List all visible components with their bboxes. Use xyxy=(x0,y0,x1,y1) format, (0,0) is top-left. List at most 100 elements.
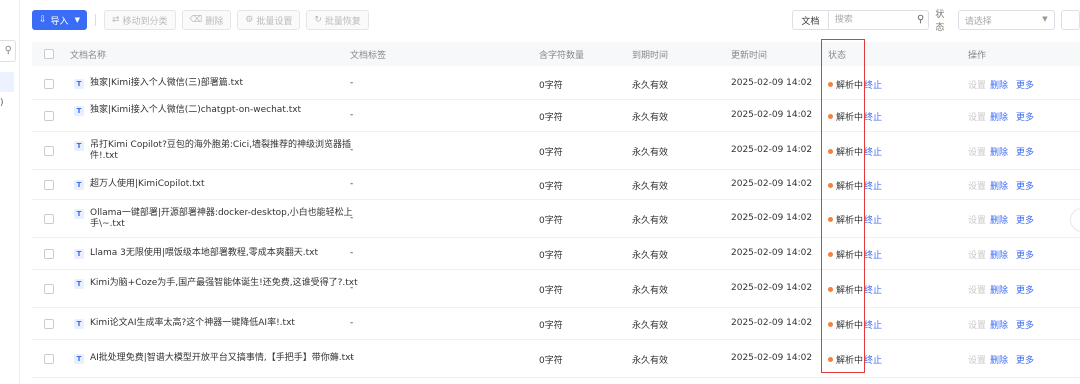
table-row[interactable]: T Ollama一键部署|开源部署神器:docker-desktop,小白也能轻松… xyxy=(32,200,1080,238)
stop-link[interactable]: 终止 xyxy=(864,110,882,123)
table-row[interactable]: T Kimi为脑+Coze为手,国产最强智能体诞生!还免费,这谁受得了?.txt -… xyxy=(32,270,1080,308)
delete-link[interactable]: 删除 xyxy=(990,213,1008,226)
settings-link[interactable]: 设置 xyxy=(968,110,986,123)
stop-link[interactable]: 终止 xyxy=(864,213,882,226)
status-column-highlight xyxy=(821,39,865,373)
row-checkbox[interactable] xyxy=(44,146,54,156)
row-checkbox[interactable] xyxy=(44,180,54,190)
search-type-select[interactable]: 文档 xyxy=(792,10,829,30)
delete-link[interactable]: 删除 xyxy=(990,318,1008,331)
row-checkbox[interactable] xyxy=(44,354,54,364)
delete-link[interactable]: 删除 xyxy=(990,283,1008,296)
settings-link[interactable]: 设置 xyxy=(968,318,986,331)
updated-time: 2025-02-09 14:02 xyxy=(731,318,813,328)
move-icon: ⇄ xyxy=(111,15,120,25)
more-link[interactable]: 更多 xyxy=(1016,318,1034,331)
document-name[interactable]: AI批处理免费|智谱大模型开放平台又搞事情,【手把手】带你薅.txt xyxy=(90,353,360,364)
delete-link[interactable]: 删除 xyxy=(990,78,1008,91)
settings-link[interactable]: 设置 xyxy=(968,248,986,261)
import-button[interactable]: ⇩ 导入 ▼ xyxy=(32,10,87,30)
stop-link[interactable]: 终止 xyxy=(864,145,882,158)
batch-settings-button[interactable]: ⚙ 批量设置 xyxy=(237,10,301,30)
row-checkbox[interactable] xyxy=(44,249,54,259)
delete-link[interactable]: 删除 xyxy=(990,179,1008,192)
move-to-category-button[interactable]: ⇄ 移动到分类 xyxy=(103,10,176,30)
select-all-checkbox[interactable] xyxy=(44,49,54,59)
updated-time: 2025-02-09 14:02 xyxy=(731,179,813,189)
stop-link[interactable]: 终止 xyxy=(864,353,882,366)
status-filter-label: 状态 xyxy=(935,10,945,33)
more-link[interactable]: 更多 xyxy=(1016,353,1034,366)
stop-link[interactable]: 终止 xyxy=(864,179,882,192)
status-select[interactable]: 请选择 ▼ xyxy=(957,10,1055,30)
delete-button[interactable]: ⌫ 删除 xyxy=(181,10,232,30)
row-checkbox[interactable] xyxy=(44,79,54,89)
table-row[interactable]: T AI批处理免费|智谱大模型开放平台又搞事情,【手把手】带你薅.txt - 0字符 永… xyxy=(32,340,1080,378)
stop-link[interactable]: 终止 xyxy=(864,248,882,261)
table-row[interactable]: T Kimi论文AI生成率太高?这个神器一键降低AI率!.txt - 0字符 永久有效 2… xyxy=(32,308,1080,340)
settings-link[interactable]: 设置 xyxy=(968,145,986,158)
document-tags: - xyxy=(350,353,354,363)
char-count: 0字符 xyxy=(539,113,563,123)
delete-link[interactable]: 删除 xyxy=(990,248,1008,261)
char-count: 0字符 xyxy=(539,182,563,192)
sidebar-search[interactable]: ⚲ xyxy=(0,40,16,62)
table-row[interactable]: T Llama 3无限使用|喂饭级本地部署教程,零成本爽翻天.txt - 0字符 永久有… xyxy=(32,238,1080,270)
header-chars: 含字符数量 xyxy=(539,51,585,61)
more-link[interactable]: 更多 xyxy=(1016,78,1034,91)
settings-link[interactable]: 设置 xyxy=(968,283,986,296)
table-row[interactable]: T 超万人使用|KimiCopilot.txt - 0字符 永久有效 2025-02-09… xyxy=(32,170,1080,200)
settings-link[interactable]: 设置 xyxy=(968,78,986,91)
document-name[interactable]: 独家|Kimi接入个人微信(三)部署篇.txt xyxy=(90,78,360,89)
more-link[interactable]: 更多 xyxy=(1016,248,1034,261)
search-icon[interactable]: ⚲ xyxy=(917,14,924,25)
table-row[interactable]: T 吊打Kimi Copilot?豆包的海外胞弟:Cici,墙裂推荐的神级浏览器插… xyxy=(32,132,1080,170)
search-field: ⚲ xyxy=(828,10,930,30)
settings-link[interactable]: 设置 xyxy=(968,213,986,226)
row-checkbox[interactable] xyxy=(44,284,54,294)
delete-link[interactable]: 删除 xyxy=(990,145,1008,158)
table-row[interactable]: T 独家|Kimi接入个人微信(二)chatgpt-on-wechat.txt - 0… xyxy=(32,100,1080,132)
expire-time: 永久有效 xyxy=(632,113,669,123)
row-checkbox[interactable] xyxy=(44,214,54,224)
updated-time: 2025-02-09 14:02 xyxy=(731,248,813,258)
document-name[interactable]: Kimi为脑+Coze为手,国产最强智能体诞生!还免费,这谁受得了?.txt xyxy=(90,278,360,289)
search-input[interactable] xyxy=(828,11,917,29)
document-name[interactable]: 独家|Kimi接入个人微信(二)chatgpt-on-wechat.txt xyxy=(90,105,360,116)
app-root: ⚲ ) ⇩ 导入 ▼ ⇄ 移动到分类 ⌫ 删除 ⚙ 批量设置 ↻ 批量恢复 文档 xyxy=(0,0,1080,384)
more-link[interactable]: 更多 xyxy=(1016,145,1034,158)
more-link[interactable]: 更多 xyxy=(1016,283,1034,296)
row-checkbox[interactable] xyxy=(44,319,54,329)
stop-link[interactable]: 终止 xyxy=(864,283,882,296)
document-tags: - xyxy=(350,179,354,189)
sidebar-item-selected[interactable] xyxy=(0,72,14,92)
batch-restore-button[interactable]: ↻ 批量恢复 xyxy=(306,10,369,30)
text-file-icon: T xyxy=(74,319,84,329)
delete-link[interactable]: 删除 xyxy=(990,110,1008,123)
table-row[interactable]: T 独家|Kimi接入个人微信(三)部署篇.txt - 0字符 永久有效 2025-02-… xyxy=(32,68,1080,100)
status-select-placeholder: 请选择 xyxy=(964,16,992,27)
settings-link[interactable]: 设置 xyxy=(968,179,986,192)
document-tags: - xyxy=(350,248,354,258)
document-tags: - xyxy=(350,213,354,223)
document-name[interactable]: 超万人使用|KimiCopilot.txt xyxy=(90,179,360,190)
text-file-icon: T xyxy=(74,279,84,289)
document-name[interactable]: Ollama一键部署|开源部署神器:docker-desktop,小白也能轻松上… xyxy=(90,208,360,230)
stop-link[interactable]: 终止 xyxy=(864,318,882,331)
more-link[interactable]: 更多 xyxy=(1016,213,1034,226)
expire-time: 永久有效 xyxy=(632,182,669,192)
delete-link[interactable]: 删除 xyxy=(990,353,1008,366)
document-name[interactable]: Kimi论文AI生成率太高?这个神器一键降低AI率!.txt xyxy=(90,318,360,329)
char-count: 0字符 xyxy=(539,356,563,366)
stop-link[interactable]: 终止 xyxy=(864,78,882,91)
document-name[interactable]: 吊打Kimi Copilot?豆包的海外胞弟:Cici,墙裂推荐的神级浏览器插件… xyxy=(90,140,360,162)
row-checkbox[interactable] xyxy=(44,111,54,121)
text-file-icon: T xyxy=(74,354,84,364)
more-filter-button[interactable] xyxy=(1060,10,1080,30)
more-link[interactable]: 更多 xyxy=(1016,179,1034,192)
document-name[interactable]: Llama 3无限使用|喂饭级本地部署教程,零成本爽翻天.txt xyxy=(90,248,360,259)
more-link[interactable]: 更多 xyxy=(1016,110,1034,123)
settings-link[interactable]: 设置 xyxy=(968,353,986,366)
document-tags: - xyxy=(350,110,354,120)
batch-restore-label: 批量恢复 xyxy=(324,16,361,27)
